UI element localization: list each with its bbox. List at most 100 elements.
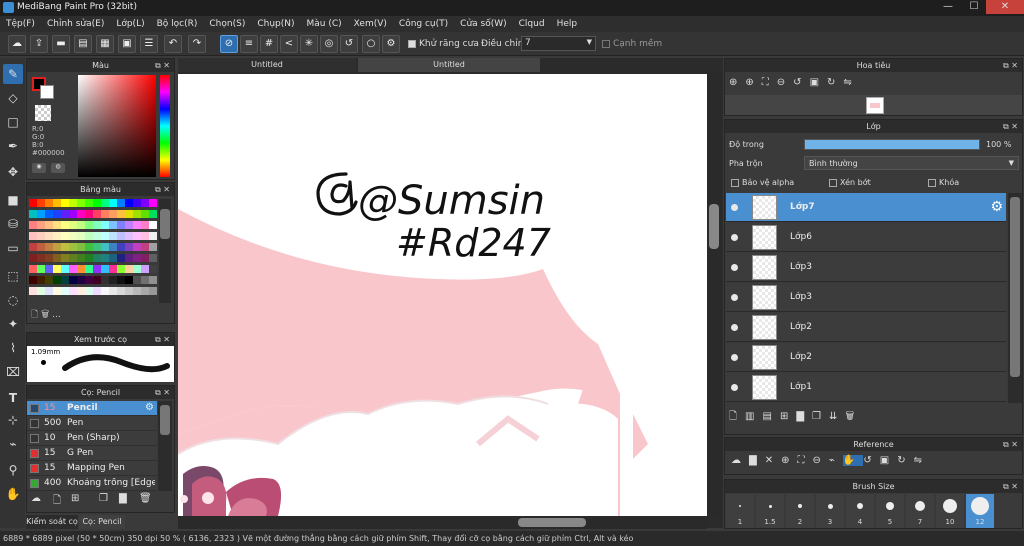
palette-swatch[interactable] [149, 276, 157, 284]
palette-swatch[interactable] [109, 232, 117, 240]
palette-swatch[interactable] [85, 254, 93, 262]
palette-swatch[interactable] [117, 265, 125, 273]
palette-swatch[interactable] [77, 243, 85, 251]
palette-swatch[interactable] [149, 243, 157, 251]
palette-swatch[interactable] [149, 287, 157, 295]
palette-swatch[interactable] [85, 243, 93, 251]
palette-swatch[interactable] [125, 199, 133, 207]
eye-icon[interactable] [731, 354, 738, 361]
menu-layer[interactable]: Lớp(L) [116, 19, 144, 29]
zoom-in-icon[interactable]: ⊕ [745, 77, 761, 88]
ref-flip-icon[interactable]: ⇋ [914, 455, 930, 466]
palette-swatch[interactable] [149, 210, 157, 218]
menu-color[interactable]: Màu (C) [307, 19, 342, 29]
palette-swatch[interactable] [29, 254, 37, 262]
palette-swatch[interactable] [133, 243, 141, 251]
palette-swatch[interactable] [29, 243, 37, 251]
palette-swatch[interactable] [37, 243, 45, 251]
palette-swatch[interactable] [117, 254, 125, 262]
brush-size-slot[interactable]: 2 [786, 494, 814, 528]
ref-close-icon[interactable]: ✕ [765, 455, 781, 466]
tab-document-1[interactable]: Untitled [178, 58, 356, 72]
eye-icon[interactable] [731, 234, 738, 241]
palette-swatch[interactable] [101, 199, 109, 207]
palette-swatch[interactable] [101, 254, 109, 262]
palette-swatch[interactable] [69, 210, 77, 218]
menu-filter[interactable]: Bộ lọc(R) [157, 19, 198, 29]
palette-swatch[interactable] [85, 265, 93, 273]
panel-close-icon[interactable]: ⧉ ✕ [1003, 480, 1018, 493]
palette-swatch[interactable] [77, 276, 85, 284]
palette-swatch[interactable] [53, 232, 61, 240]
settings-icon[interactable]: ⚙ [382, 35, 400, 53]
palette-swatch[interactable] [109, 221, 117, 229]
palette-swatch[interactable] [133, 276, 141, 284]
brush-item[interactable]: 500 Pen [27, 416, 157, 431]
rotate-left-icon[interactable]: ↺ [793, 77, 809, 88]
palette-swatch[interactable] [85, 287, 93, 295]
palette-swatch[interactable] [53, 254, 61, 262]
palette-swatch[interactable] [125, 254, 133, 262]
menu-view[interactable]: Xem(V) [354, 19, 387, 29]
palette-swatch[interactable] [29, 210, 37, 218]
export-icon[interactable]: ⇪ [30, 35, 48, 53]
pen-tool-icon[interactable]: ✒ [3, 136, 23, 156]
palette-swatch[interactable] [133, 210, 141, 218]
hue-slider[interactable] [160, 75, 170, 177]
layer-row[interactable]: Lớp3 [726, 283, 1006, 312]
layer-row[interactable]: Lớp6 [726, 223, 1006, 252]
brush-size-slot[interactable]: 1.5 [756, 494, 784, 528]
panel-close-icon[interactable]: ⧉ ✕ [155, 386, 170, 399]
palette-swatch[interactable] [149, 265, 157, 273]
brush-size-slot[interactable]: 3 [816, 494, 844, 528]
palette-swatch[interactable] [61, 232, 69, 240]
menu-snap[interactable]: Chụp(N) [257, 19, 294, 29]
palette-swatch[interactable] [69, 232, 77, 240]
new-layer-icon[interactable]: 🗋 [729, 411, 745, 422]
text-tool-icon[interactable]: T [3, 388, 23, 408]
select-eraser-icon[interactable]: ⌧ [3, 362, 23, 382]
palette-swatch[interactable] [93, 265, 101, 273]
palette-swatch[interactable] [53, 276, 61, 284]
palette-swatch[interactable] [45, 254, 53, 262]
navigator-preview[interactable] [725, 95, 1022, 115]
palette-swatch[interactable] [37, 276, 45, 284]
layer-folder-icon[interactable]: ▇ [796, 411, 812, 422]
undo-icon[interactable]: ↶ [164, 35, 182, 53]
palette-swatch[interactable] [93, 243, 101, 251]
palette-swatch[interactable] [85, 199, 93, 207]
parallel-snap-icon[interactable]: ≡ [240, 35, 258, 53]
circle-snap-icon[interactable]: ◎ [320, 35, 338, 53]
palette-swatch[interactable] [69, 243, 77, 251]
palette-swatch[interactable] [85, 221, 93, 229]
palette-swatch[interactable] [109, 210, 117, 218]
brush-item[interactable]: 15 Pencil ⚙ [27, 401, 157, 416]
palette-swatch[interactable] [77, 287, 85, 295]
layer-row[interactable]: Lớp2 [726, 313, 1006, 342]
eyedropper-icon[interactable]: ⌁ [3, 434, 23, 454]
flip-icon[interactable]: ⇋ [843, 77, 859, 88]
rect-tool-icon[interactable]: □ [3, 112, 23, 132]
palette-swatch[interactable] [133, 265, 141, 273]
brush-size-slot[interactable]: 7 [906, 494, 934, 528]
ref-zoom-out-icon[interactable]: ⊖ [812, 455, 828, 466]
close-button[interactable]: ✕ [986, 0, 1024, 14]
folder-icon[interactable]: ▇ [119, 493, 127, 504]
palette-swatch[interactable] [117, 276, 125, 284]
palette-swatch[interactable] [117, 243, 125, 251]
divide-tool-icon[interactable]: ⊹ [3, 410, 23, 430]
brush-size-slot[interactable]: 5 [876, 494, 904, 528]
palette-swatch[interactable] [125, 265, 133, 273]
layer-row[interactable]: Lớp1 [726, 373, 1006, 402]
palette-swatch[interactable] [101, 221, 109, 229]
list-icon[interactable]: ☰ [140, 35, 158, 53]
palette-more[interactable]: ... [52, 310, 61, 320]
vanish-snap-icon[interactable]: < [280, 35, 298, 53]
palette-swatch[interactable] [133, 199, 141, 207]
palette-swatch[interactable] [93, 221, 101, 229]
palette-swatch[interactable] [101, 232, 109, 240]
color-mode-icon[interactable]: ◉ [32, 163, 46, 173]
delete-brush-icon[interactable]: 🗑 [139, 493, 152, 504]
palette-swatch[interactable] [141, 232, 149, 240]
ref-open-icon[interactable]: ▇ [749, 455, 765, 466]
